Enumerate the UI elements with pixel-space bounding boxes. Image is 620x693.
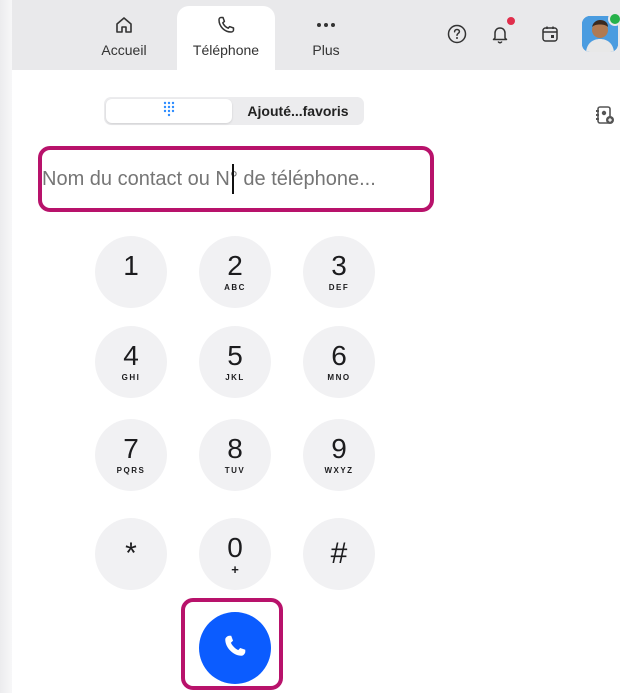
notification-badge [507, 17, 515, 25]
key-letters: WXYZ [324, 466, 354, 475]
key-9[interactable]: 9 WXYZ [303, 419, 375, 491]
key-letters: ABC [224, 283, 246, 292]
key-digit: # [330, 537, 348, 570]
key-digit: 7 [123, 433, 139, 464]
key-letters: GHI [121, 373, 141, 382]
key-8[interactable]: 8 TUV [199, 419, 271, 491]
key-hash[interactable]: # [303, 518, 375, 590]
keypad-segment[interactable] [106, 99, 232, 123]
help-icon[interactable] [445, 22, 469, 46]
key-digit: 1 [123, 250, 139, 281]
favorites-segment[interactable]: Ajouté...favoris [234, 99, 362, 123]
more-icon [315, 14, 337, 36]
tab-phone-label: Téléphone [192, 42, 260, 58]
tab-phone[interactable]: Téléphone [177, 6, 275, 70]
key-digit: * [125, 537, 137, 570]
key-letters: DEF [328, 283, 350, 292]
home-icon [114, 14, 134, 36]
key-digit: 6 [331, 340, 347, 371]
key-letters: MNO [327, 373, 351, 382]
tab-home[interactable]: Accueil [76, 6, 172, 70]
dialpad-icon [163, 101, 175, 122]
key-4[interactable]: 4 GHI [95, 326, 167, 398]
tab-more-label: Plus [312, 42, 340, 58]
phone-call-icon [222, 633, 248, 664]
key-digit: 4 [123, 340, 139, 371]
key-digit: 5 [227, 340, 243, 371]
key-7[interactable]: 7 PQRS [95, 419, 167, 491]
key-letters: + [231, 562, 239, 577]
key-6[interactable]: 6 MNO [303, 326, 375, 398]
notifications-icon[interactable] [488, 22, 512, 46]
phone-view-toggle: Ajouté...favoris [104, 97, 364, 125]
key-letters: PQRS [116, 466, 146, 475]
key-digit: 3 [331, 250, 347, 281]
tab-more[interactable]: Plus [278, 6, 374, 70]
presence-status-indicator [608, 12, 620, 26]
key-digit: 8 [227, 433, 243, 464]
text-cursor [232, 164, 234, 194]
contacts-book-icon[interactable] [594, 104, 616, 126]
key-digit: 0 [227, 532, 243, 563]
call-button[interactable] [199, 612, 271, 684]
calendar-icon[interactable] [538, 22, 562, 46]
phone-icon [216, 14, 236, 36]
key-letters: TUV [224, 466, 246, 475]
key-1[interactable]: 1 [95, 236, 167, 308]
key-star[interactable]: * [95, 518, 167, 590]
key-3[interactable]: 3 DEF [303, 236, 375, 308]
tab-home-label: Accueil [101, 42, 147, 58]
key-letters: JKL [225, 373, 245, 382]
key-5[interactable]: 5 JKL [199, 326, 271, 398]
key-2[interactable]: 2 ABC [199, 236, 271, 308]
key-digit: 2 [227, 250, 243, 281]
window-edge [0, 0, 12, 693]
key-0[interactable]: 0 + [199, 518, 271, 590]
key-digit: 9 [331, 433, 347, 464]
